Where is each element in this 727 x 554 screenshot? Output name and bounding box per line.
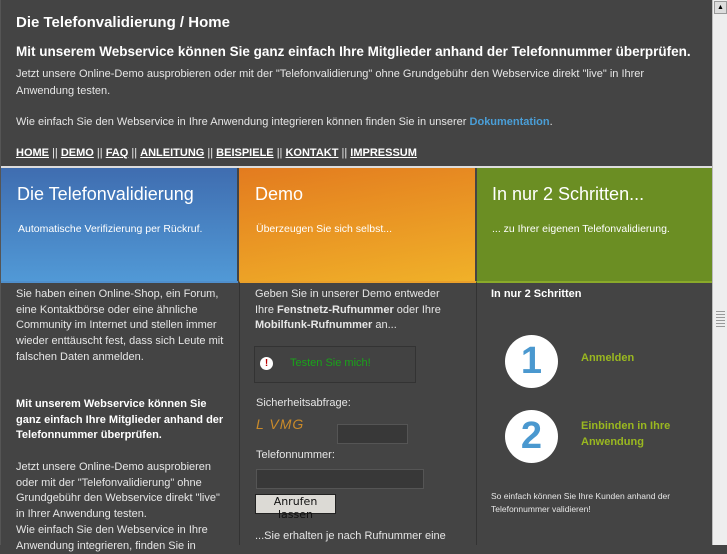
doc-prefix: Wie einfach Sie den Webservice in Ihre A…: [16, 116, 470, 128]
info-paragraph: Jetzt unsere Online-Demo ausprobieren od…: [16, 461, 220, 521]
scroll-up-arrow-icon[interactable]: ▲: [714, 1, 727, 14]
intro-text: Jetzt unsere Online-Demo ausprobieren od…: [16, 68, 645, 97]
info-paragraph: Sie haben einen Online-Shop, ein Forum, …: [16, 288, 224, 363]
step-1-label: Anmelden: [581, 352, 635, 364]
nav-faq[interactable]: FAQ: [106, 147, 129, 159]
demo-intro: Geben Sie in unserer Demo entweder Ihre …: [255, 287, 460, 334]
page: Die Telefonvalidierung / Home Mit unsere…: [0, 0, 713, 552]
info-highlight: Mit unserem Webservice können Sie ganz e…: [16, 398, 224, 442]
text: oder Ihre: [393, 303, 441, 316]
phone-label: Telefonnummer:: [256, 449, 335, 461]
nav-anleitung[interactable]: ANLEITUNG: [140, 147, 204, 159]
nav-sep: ||: [52, 147, 58, 159]
column-demo: Geben Sie in unserer Demo entweder Ihre …: [239, 281, 476, 545]
bold-text: Mobilfunk-Rufnummer: [255, 319, 373, 332]
security-label: Sicherheitsabfrage:: [256, 397, 351, 409]
scroll-grip[interactable]: [716, 311, 725, 327]
bold-text: Fenstnetz-Rufnummer: [277, 303, 394, 316]
headline: Mit unserem Webservice können Sie ganz e…: [16, 44, 691, 59]
nav-sep: ||: [96, 147, 103, 159]
step-2-label: Einbinden in Ihre Anwendung: [581, 420, 671, 448]
steps-title: In nur 2 Schritten: [491, 288, 582, 300]
main-nav: HOME || DEMO || FAQ || ANLEITUNG || BEIS…: [16, 147, 417, 159]
call-button[interactable]: Anrufen lassen: [255, 494, 336, 521]
column-info: Sie haben einen Online-Shop, ein Forum, …: [1, 281, 238, 552]
alert-icon: !: [260, 357, 273, 370]
captcha-image: L VMG: [256, 416, 305, 432]
banner-title: Demo: [255, 184, 304, 204]
nav-kontakt[interactable]: KONTAKT: [285, 147, 338, 159]
captcha-input[interactable]: [337, 424, 408, 444]
banner-telefonvalidierung: Die Telefonvalidierung Automatische Verif…: [1, 168, 237, 281]
column-steps: In nur 2 Schritten 1 Anmelden 2 Einbinde…: [476, 281, 713, 545]
nav-beispiele[interactable]: BEISPIELE: [216, 147, 273, 159]
nav-impressum[interactable]: IMPRESSUM: [350, 147, 417, 159]
phone-input[interactable]: [256, 469, 424, 489]
steps-footer: So einfach können Sie Ihre Kunden anhand…: [491, 491, 671, 514]
doc-text: Wie einfach Sie den Webservice in Ihre A…: [16, 114, 696, 131]
nav-sep: ||: [131, 147, 138, 159]
nav-home[interactable]: HOME: [16, 147, 49, 159]
nav-sep: ||: [207, 147, 214, 159]
banner-demo: Demo Überzeugen Sie sich selbst...: [239, 168, 475, 281]
vertical-scrollbar[interactable]: ▲: [712, 0, 727, 545]
banner-title: Die Telefonvalidierung: [17, 184, 194, 204]
test-label: Testen Sie mich!: [290, 357, 371, 369]
nav-sep: ||: [341, 147, 348, 159]
text: an...: [372, 319, 397, 332]
test-message-box: ! Testen Sie mich!: [254, 346, 416, 383]
step-2-number: 2: [505, 410, 558, 463]
banner-subtitle: Automatische Verifizierung per Rückruf.: [18, 223, 203, 235]
demo-outro: ...Sie erhalten je nach Rufnummer eine: [255, 530, 446, 542]
banner-subtitle: ... zu Ihrer eigenen Telefonvalidierung.: [492, 223, 670, 235]
banner-title: In nur 2 Schritten...: [492, 184, 645, 204]
doc-end: .: [549, 116, 553, 128]
banner-subtitle: Überzeugen Sie sich selbst...: [256, 223, 392, 235]
info-paragraph: Wie einfach Sie den Webservice in Ihre A…: [16, 524, 208, 552]
documentation-link[interactable]: Dokumentation: [470, 116, 550, 128]
page-title: Die Telefonvalidierung / Home: [16, 14, 230, 31]
nav-demo[interactable]: DEMO: [61, 147, 94, 159]
banner-schritte: In nur 2 Schritten... ... zu Ihrer eigene…: [477, 168, 713, 281]
step-1-number: 1: [505, 335, 558, 388]
nav-sep: ||: [276, 147, 283, 159]
